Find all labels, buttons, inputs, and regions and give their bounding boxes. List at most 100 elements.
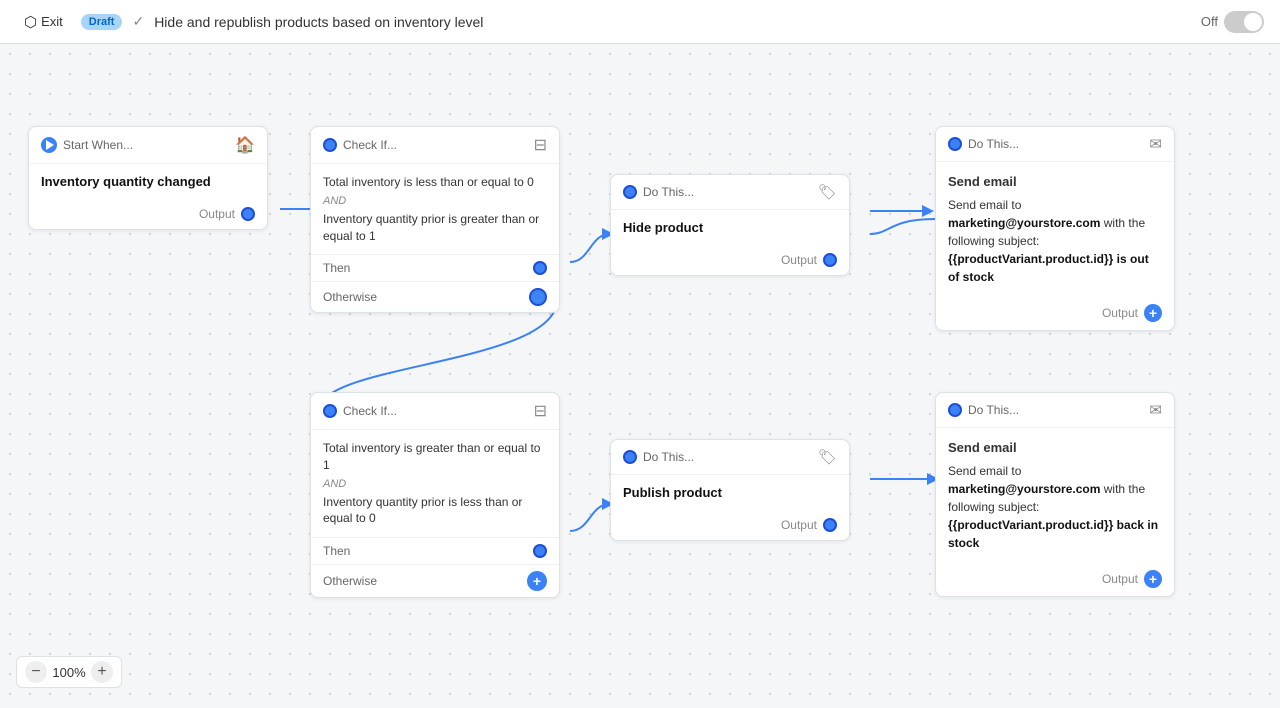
do-this-1-card: Do This... 🏷 Hide product Output (610, 174, 850, 276)
start-when-title: Inventory quantity changed (41, 174, 255, 189)
mail-icon-2: ✉ (1149, 401, 1162, 419)
do-this-2-title: Publish product (623, 485, 837, 500)
email-2-prefix: Send email to (948, 464, 1021, 478)
email-2-subject: {{productVariant.product.id}} back in st… (948, 518, 1158, 550)
output-label: Output (199, 207, 235, 221)
check-if-1-then-label: Then (323, 261, 350, 275)
check-if-2-otherwise-row: Otherwise + (311, 564, 559, 597)
check-if-1-dot (323, 138, 337, 152)
do-this-email-1-header: Do This... ✉ (936, 127, 1174, 162)
toggle-off-label: Off (1201, 14, 1218, 29)
workflow-canvas: Start When... 🏠 Inventory quantity chang… (0, 44, 1280, 708)
topbar: ⬡ Exit Draft ✓ Hide and republish produc… (0, 0, 1280, 44)
do-this-1-output-dot (823, 253, 837, 267)
email-1-address: marketing@yourstore.com (948, 216, 1100, 230)
email-1-prefix: Send email to (948, 198, 1021, 212)
start-when-label: Start When... (63, 138, 133, 152)
output-dot (241, 207, 255, 221)
do-this-email-1-footer: Output + (936, 296, 1174, 330)
start-when-header: Start When... 🏠 (29, 127, 267, 164)
email-1-output-label: Output (1102, 306, 1138, 320)
zoom-out-button[interactable]: − (25, 661, 47, 683)
check-if-1-otherwise-row: Otherwise (311, 281, 559, 312)
check-if-2-then-dot (533, 544, 547, 558)
do-this-email-2-header: Do This... ✉ (936, 393, 1174, 428)
check-if-2-then-row: Then (311, 537, 559, 564)
do-this-email-1-card: Do This... ✉ Send email Send email to ma… (935, 126, 1175, 331)
zoom-in-button[interactable]: + (91, 661, 113, 683)
exit-label: Exit (41, 14, 63, 29)
email-2-address: marketing@yourstore.com (948, 482, 1100, 496)
check-if-1-label: Check If... (343, 138, 397, 152)
do-this-2-label: Do This... (643, 450, 694, 464)
check-if-1-then-dot (533, 261, 547, 275)
exit-button[interactable]: ⬡ Exit (16, 9, 71, 35)
do-this-1-dot (623, 185, 637, 199)
check-if-2-condition1: Total inventory is greater than or equal… (323, 440, 547, 474)
check-if-2-condition2: Inventory quantity prior is less than or… (323, 494, 547, 528)
check-if-2-body: Total inventory is greater than or equal… (311, 430, 559, 537)
filter-icon-1: ⊟ (534, 135, 547, 155)
do-this-2-header: Do This... 🏷 (611, 440, 849, 475)
check-if-1-otherwise-dot (529, 288, 547, 306)
do-this-2-body: Publish product (611, 475, 849, 510)
page-title: Hide and republish products based on inv… (154, 14, 1191, 30)
toggle-knob (1244, 13, 1262, 31)
do-this-email-2-label: Do This... (968, 403, 1019, 417)
check-if-1-otherwise-label: Otherwise (323, 290, 377, 304)
start-when-icon: 🏠 (235, 135, 255, 155)
check-if-1-and: AND (323, 195, 547, 207)
do-this-2-footer: Output (611, 510, 849, 540)
email-2-output-plus[interactable]: + (1144, 570, 1162, 588)
do-this-1-body: Hide product (611, 210, 849, 245)
tag-icon-2: 🏷 (818, 448, 837, 466)
do-this-1-footer: Output (611, 245, 849, 275)
zoom-controls: − 100% + (16, 656, 122, 688)
check-if-2-then-label: Then (323, 544, 350, 558)
start-when-footer: Output (29, 199, 267, 229)
exit-icon: ⬡ (24, 13, 37, 31)
tag-icon-1: 🏷 (818, 183, 837, 201)
do-this-1-header: Do This... 🏷 (611, 175, 849, 210)
check-if-2-otherwise-label: Otherwise (323, 574, 377, 588)
start-node-dot (41, 137, 57, 153)
email-2-output-label: Output (1102, 572, 1138, 586)
check-icon: ✓ (132, 13, 144, 30)
do-this-2-output-label: Output (781, 518, 817, 532)
do-this-email-2-body: Send email Send email to marketing@yours… (936, 428, 1174, 562)
do-this-1-label: Do This... (643, 185, 694, 199)
zoom-level: 100% (51, 665, 87, 680)
check-if-2-header: Check If... ⊟ (311, 393, 559, 430)
do-this-2-dot (623, 450, 637, 464)
do-this-email-2-dot (948, 403, 962, 417)
check-if-2-card: Check If... ⊟ Total inventory is greater… (310, 392, 560, 598)
do-this-email-1-body: Send email Send email to marketing@yours… (936, 162, 1174, 296)
filter-icon-2: ⊟ (534, 401, 547, 421)
check-if-1-condition1: Total inventory is less than or equal to… (323, 174, 547, 191)
do-this-email-2-footer: Output + (936, 562, 1174, 596)
check-if-1-header: Check If... ⊟ (311, 127, 559, 164)
draft-badge: Draft (81, 14, 123, 30)
check-if-2-dot (323, 404, 337, 418)
toggle-switch[interactable] (1224, 11, 1264, 33)
do-this-email-1-label: Do This... (968, 137, 1019, 151)
check-if-1-body: Total inventory is less than or equal to… (311, 164, 559, 254)
start-when-card: Start When... 🏠 Inventory quantity chang… (28, 126, 268, 230)
do-this-2-output-dot (823, 518, 837, 532)
email-1-output-plus[interactable]: + (1144, 304, 1162, 322)
check-if-1-card: Check If... ⊟ Total inventory is less th… (310, 126, 560, 313)
play-icon (46, 140, 54, 150)
do-this-2-card: Do This... 🏷 Publish product Output (610, 439, 850, 541)
do-this-1-output-label: Output (781, 253, 817, 267)
check-if-2-otherwise-plus[interactable]: + (527, 571, 547, 591)
do-this-email-1-dot (948, 137, 962, 151)
toggle-area: Off (1201, 11, 1264, 33)
mail-icon-1: ✉ (1149, 135, 1162, 153)
do-this-email-2-card: Do This... ✉ Send email Send email to ma… (935, 392, 1175, 597)
email-1-subject: {{productVariant.product.id}} is out of … (948, 252, 1149, 284)
start-when-body: Inventory quantity changed (29, 164, 267, 199)
do-this-1-title: Hide product (623, 220, 837, 235)
email-2-intro: Send email (948, 438, 1162, 458)
check-if-2-label: Check If... (343, 404, 397, 418)
email-1-intro: Send email (948, 172, 1162, 192)
